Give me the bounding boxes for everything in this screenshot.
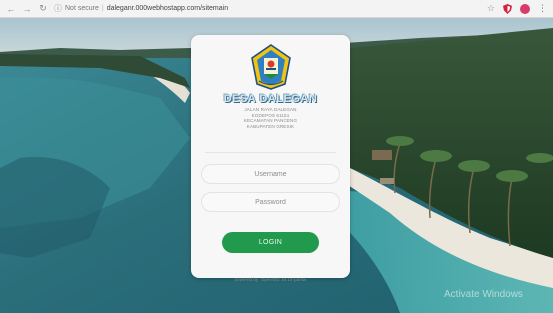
password-input[interactable]	[201, 192, 340, 212]
browser-toolbar: ← → ↻ ⓘ Not secure | daleganr.000webhost…	[0, 0, 553, 18]
extension-button[interactable]	[520, 3, 530, 14]
login-button[interactable]: LOGIN	[222, 232, 319, 253]
star-icon[interactable]: ☆	[487, 3, 495, 14]
secure-label: Not secure	[65, 5, 99, 12]
org-title: DESA DALEGAN	[223, 93, 318, 105]
username-input[interactable]	[201, 164, 340, 184]
address-block: JALAN RAYA DALEGAN KODEPOS 61151 KECAMAT…	[191, 107, 350, 129]
login-card: DESA DALEGAN JALAN RAYA DALEGAN KODEPOS …	[191, 35, 350, 282]
address-line: KABUPATEN GRESIK	[246, 123, 295, 129]
page-viewport: Activate Windows DESA DALEGAN JALAN RAYA…	[0, 18, 553, 313]
menu-dots-icon[interactable]: ⋮	[538, 4, 547, 13]
info-icon[interactable]: ⓘ	[54, 3, 62, 14]
arrow-right-icon[interactable]: →	[22, 3, 32, 15]
shield-icon[interactable]	[503, 3, 512, 14]
address-separator: |	[101, 5, 104, 12]
divider	[205, 152, 336, 153]
reload-icon[interactable]: ↻	[38, 3, 48, 15]
village-emblem-logo	[251, 44, 291, 90]
url-text[interactable]: daleganr.000webhostapp.com/sitemain	[107, 5, 228, 12]
windows-watermark: Activate Windows	[444, 289, 523, 300]
address-bar[interactable]: ⓘ Not secure | daleganr.000webhostapp.co…	[54, 3, 481, 15]
powered-by-text: powered by: OpenSID 19.10-pantai	[234, 277, 307, 282]
arrow-left-icon[interactable]: ←	[6, 3, 16, 15]
